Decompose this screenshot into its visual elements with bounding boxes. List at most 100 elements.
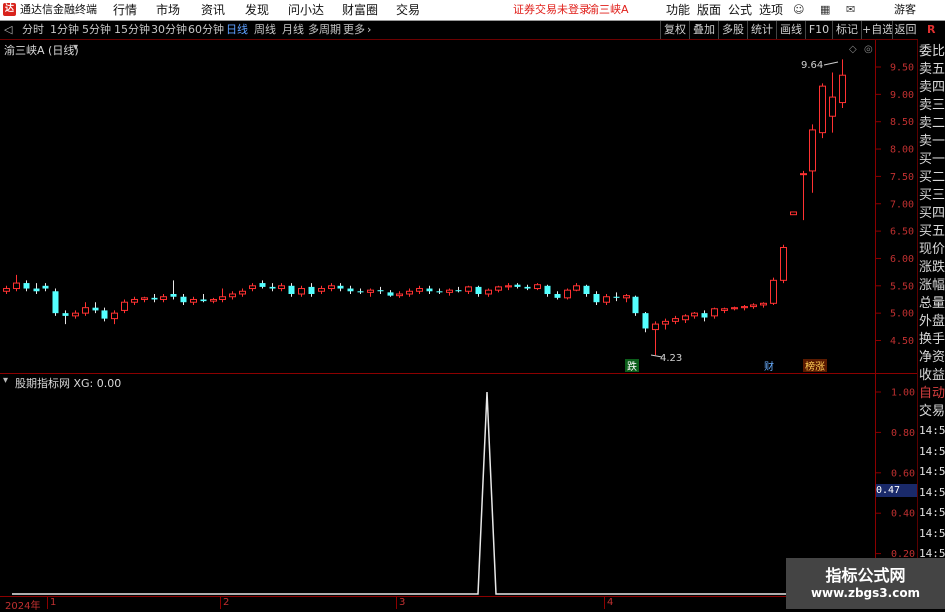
- candle-body[interactable]: [141, 297, 148, 300]
- candle-body[interactable]: [760, 302, 767, 306]
- login-notice[interactable]: 证券交易未登录: [513, 0, 590, 20]
- sidebar-item-6[interactable]: 买一: [919, 151, 945, 169]
- sidebar-item-5[interactable]: 卖一: [919, 133, 945, 151]
- candle-body[interactable]: [544, 285, 551, 295]
- candle-body[interactable]: [210, 298, 217, 302]
- candle-body[interactable]: [23, 283, 30, 289]
- candle-body[interactable]: [347, 288, 354, 292]
- candle-body[interactable]: [190, 298, 197, 303]
- sidebar-r-label[interactable]: R: [927, 23, 935, 36]
- candle-body[interactable]: [328, 285, 335, 290]
- candle-body[interactable]: [259, 283, 266, 287]
- candle-body[interactable]: [62, 313, 69, 316]
- candle-body[interactable]: [318, 288, 325, 292]
- candle-body[interactable]: [691, 312, 698, 317]
- sidebar-item-1[interactable]: 卖五: [919, 61, 945, 79]
- candle-body[interactable]: [741, 306, 748, 309]
- candle-body[interactable]: [278, 285, 285, 290]
- candle-body[interactable]: [682, 315, 689, 321]
- candle-body[interactable]: [42, 285, 49, 289]
- menu-zixun[interactable]: 资讯: [201, 0, 225, 20]
- btn-fuquan[interactable]: 复权: [660, 21, 689, 39]
- candle-body[interactable]: [229, 293, 236, 298]
- candle-body[interactable]: [475, 286, 482, 295]
- candle-body[interactable]: [623, 295, 630, 299]
- candle-body[interactable]: [800, 173, 807, 176]
- candle-body[interactable]: [269, 286, 276, 289]
- btn-add-watchlist[interactable]: +自选: [861, 21, 893, 39]
- candle-body[interactable]: [485, 289, 492, 295]
- sidebar-item-3[interactable]: 卖三: [919, 97, 945, 115]
- menu-banmian[interactable]: 版面: [697, 0, 721, 20]
- sidebar-item-9[interactable]: 买四: [919, 205, 945, 223]
- marker-cai[interactable]: 财: [764, 360, 774, 373]
- dropdown-icon[interactable]: ▾: [73, 42, 78, 53]
- sidebar-item-0[interactable]: 委比: [919, 43, 945, 61]
- candle-body[interactable]: [446, 289, 453, 293]
- candle-body[interactable]: [239, 290, 246, 295]
- candle-body[interactable]: [367, 289, 374, 293]
- candle-body[interactable]: [790, 211, 797, 216]
- candle-body[interactable]: [829, 96, 836, 117]
- candle-body[interactable]: [377, 290, 384, 292]
- candle-body[interactable]: [662, 320, 669, 325]
- sidebar-trade[interactable]: 交易: [919, 403, 945, 421]
- period-5min[interactable]: 5分钟: [82, 21, 111, 39]
- candle-body[interactable]: [436, 291, 443, 293]
- candle-body[interactable]: [613, 296, 620, 298]
- user-icon[interactable]: ☺: [793, 0, 804, 20]
- candle-body[interactable]: [180, 296, 187, 303]
- candle-body[interactable]: [151, 297, 158, 300]
- candle-body[interactable]: [219, 296, 226, 300]
- sidebar-item-15[interactable]: 外盘: [919, 313, 945, 331]
- candle-body[interactable]: [82, 307, 89, 314]
- sidebar-item-17[interactable]: 净资: [919, 349, 945, 367]
- menu-xuanxiang[interactable]: 选项: [759, 0, 783, 20]
- candle-body[interactable]: [170, 294, 177, 297]
- candle-body[interactable]: [200, 299, 207, 302]
- sidebar-item-16[interactable]: 换手: [919, 331, 945, 349]
- chart-canvas[interactable]: 9.50 9.00 8.50 8.00 7.50 7.00 6.50 6.00 5.50 5.00…: [0, 40, 945, 609]
- candle-body[interactable]: [406, 290, 413, 295]
- menu-shichang[interactable]: 市场: [156, 0, 180, 20]
- period-monthly[interactable]: 月线: [282, 21, 304, 39]
- candle-body[interactable]: [750, 304, 757, 308]
- candle-body[interactable]: [101, 310, 108, 319]
- period-1min[interactable]: 1分钟: [50, 21, 79, 39]
- sidebar-item-18[interactable]: 收益: [919, 367, 945, 385]
- candle-body[interactable]: [770, 279, 777, 304]
- btn-huaxian[interactable]: 画线: [776, 21, 805, 39]
- sidebar-item-8[interactable]: 买三: [919, 187, 945, 205]
- candle-body[interactable]: [514, 284, 521, 287]
- period-fenshi[interactable]: 分时: [22, 21, 44, 39]
- sidebar-item-10[interactable]: 买五: [919, 223, 945, 241]
- candle-body[interactable]: [465, 286, 472, 292]
- candle-body[interactable]: [809, 129, 816, 172]
- candle-body[interactable]: [337, 285, 344, 289]
- sidebar-item-4[interactable]: 卖二: [919, 115, 945, 133]
- settings-icon[interactable]: ◎: [864, 44, 873, 55]
- menu-gongshi[interactable]: 公式: [728, 0, 752, 20]
- chevron-right-icon[interactable]: ›: [367, 21, 371, 39]
- guest-label[interactable]: 游客: [894, 0, 916, 20]
- candle-body[interactable]: [308, 286, 315, 295]
- candle-body[interactable]: [298, 288, 305, 295]
- candle-body[interactable]: [524, 286, 531, 289]
- btn-tongji[interactable]: 统计: [747, 21, 776, 39]
- sidebar-item-7[interactable]: 买二: [919, 169, 945, 187]
- candle-body[interactable]: [554, 294, 561, 298]
- calendar-icon[interactable]: ▦: [820, 0, 830, 20]
- candle-body[interactable]: [603, 296, 610, 303]
- candle-body[interactable]: [564, 289, 571, 299]
- menu-wenxiaoda[interactable]: 问小达: [288, 0, 324, 20]
- candle-body[interactable]: [652, 323, 659, 331]
- menu-faxian[interactable]: 发现: [245, 0, 269, 20]
- candle-body[interactable]: [357, 291, 364, 293]
- candle-body[interactable]: [455, 290, 462, 292]
- candle-body[interactable]: [495, 286, 502, 291]
- period-daily[interactable]: 日线: [226, 21, 248, 39]
- period-30min[interactable]: 30分钟: [151, 21, 187, 39]
- candle-body[interactable]: [92, 307, 99, 311]
- collapse-icon[interactable]: ◁: [4, 21, 12, 39]
- btn-biaoji[interactable]: 标记: [832, 21, 861, 39]
